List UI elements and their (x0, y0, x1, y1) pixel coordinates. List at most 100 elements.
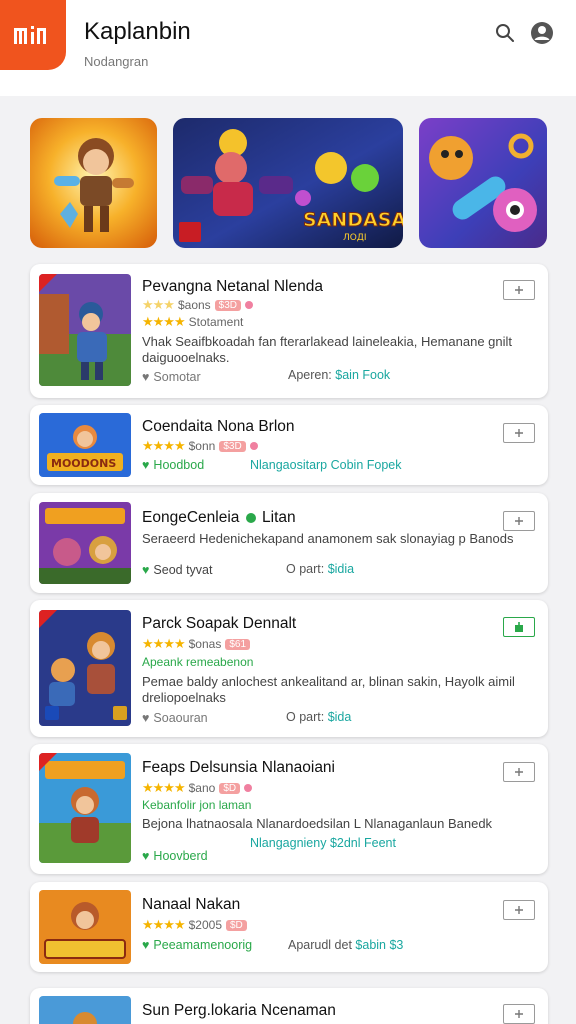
foot-left-label: Hoodbod (153, 458, 205, 472)
plus-icon (515, 429, 523, 437)
app-thumbnail (39, 996, 131, 1024)
app-thumbnail (39, 274, 131, 386)
app-price: $2005 (188, 918, 222, 932)
app-card-7[interactable]: Sun Perg.lokaria Ncenaman (30, 988, 548, 1024)
app-foot-left: ♥ Hoodbod (142, 458, 204, 472)
foot-right-label: O part: (286, 562, 325, 576)
app-card-1[interactable]: Pevangna Netanal Nlenda ★★★ $aons $3D ★★… (30, 264, 548, 398)
app-title: Feaps Delsunsia Nlanaoiani (142, 759, 336, 776)
foot-right-label: Aperen: (288, 368, 332, 382)
app-description: Pemae baldy anlochest ankealitand ar, bl… (142, 674, 515, 705)
foot-left-label: Somotar (153, 370, 201, 384)
app-rating-row-2: ★★★★ Stotament (142, 314, 243, 330)
heart-icon[interactable]: ♥ (142, 563, 149, 577)
add-button[interactable] (503, 900, 535, 920)
hero-character-image (30, 118, 157, 248)
star-rating: ★★★★ (142, 636, 186, 651)
foot-right-value: $2dnl Feent (329, 836, 396, 850)
app-foot-right: Aperen: $ain Fook (288, 368, 390, 382)
star-rating: ★★★★ (142, 780, 186, 795)
heart-icon[interactable]: ♥ (142, 938, 149, 952)
foot-right-value: $ida (327, 710, 352, 724)
badge-dot (244, 784, 253, 792)
app-sub-rating: Stotament (188, 315, 244, 329)
game-art-image (39, 274, 131, 386)
app-rating-row: ★★★★ $ano $D (142, 780, 253, 796)
app-foot-right: O part: $idia (286, 562, 354, 576)
foot-right-value: $abin $3 (355, 938, 404, 952)
app-card-6[interactable]: Nanaal Nakan ★★★★ $2005 $D ♥ Peeamamenoo… (30, 882, 548, 972)
foot-right-value: $ain Fook (335, 368, 391, 382)
heart-icon[interactable]: ♥ (142, 458, 149, 472)
game-art-image (39, 502, 131, 584)
app-description: Seraeerd Hedenichekapand anamonem sak sl… (142, 531, 514, 546)
add-button[interactable] (503, 1004, 535, 1024)
heart-icon[interactable]: ♥ (142, 711, 149, 725)
add-button[interactable] (503, 423, 535, 443)
app-description: Vhak Seaifbkoadah fan fterarlakead laine… (142, 334, 513, 365)
banner-featured-game[interactable]: SANDASAN ЛОДІ (173, 118, 403, 248)
star-rating: ★★★★ (142, 314, 186, 329)
app-title: EongeCenleia (142, 509, 240, 526)
featured-game-image: SANDASAN ЛОДІ (173, 118, 403, 248)
svg-text:MOODONS: MOODONS (51, 457, 116, 470)
banner-hero-character[interactable] (30, 118, 157, 248)
app-rating-row: ★★★★ $onn $3D (142, 438, 258, 454)
app-title: Coendaita Nona Brlon (142, 418, 295, 435)
game-art-image (39, 753, 131, 863)
app-thumbnail (39, 502, 131, 584)
app-card-4[interactable]: Parck Soapak Dennalt ★★★★ $onas $61 Apea… (30, 600, 548, 737)
featured-banners: SANDASAN ЛОДІ (0, 116, 576, 250)
foot-right-label: Nlangagnieny (250, 836, 327, 850)
app-card-3[interactable]: EongeCenleia Litan Seraeerd Hedenichekap… (30, 493, 548, 593)
app-card-2[interactable]: MOODONS Coendaita Nona Brlon ★★★★ $onn $… (30, 405, 548, 485)
app-green-line: Kebanfolir jon laman (142, 798, 252, 812)
app-foot-left: ♥ Soaouran (142, 711, 208, 725)
app-foot-right: Aparudl det $abin $3 (288, 938, 403, 952)
add-button[interactable] (503, 280, 535, 300)
app-subtitle: Nodangran (84, 54, 149, 69)
profile-button[interactable] (529, 20, 555, 46)
foot-right-label: Aparudl det (288, 938, 352, 952)
app-price: $aons (177, 298, 211, 312)
app-green-line: Apeank remeabenon (142, 655, 254, 669)
app-foot-right: O part: $ida (286, 710, 351, 724)
app-title: Kaplanbin (84, 18, 191, 45)
plus-icon (515, 1010, 523, 1018)
app-foot-right: Nlangagnieny $2dnl Feent (250, 836, 396, 850)
banner-cartoon-pets[interactable] (419, 118, 547, 248)
add-button[interactable] (503, 762, 535, 782)
app-rating-row: ★★★★ $2005 $D (142, 917, 247, 933)
app-thumbnail (39, 890, 131, 964)
app-price: $ano (188, 781, 216, 795)
app-title: Parck Soapak Dennalt (142, 615, 297, 632)
add-button[interactable] (503, 511, 535, 531)
game-art-image: MOODONS (39, 413, 131, 477)
star-rating: ★★★★ (142, 438, 186, 453)
app-title-suffix: Litan (262, 509, 296, 526)
logo-mark-icon (14, 26, 46, 44)
app-title: Nanaal Nakan (142, 896, 241, 913)
banner-sub: ЛОДІ (343, 233, 367, 243)
app-title-row: EongeCenleia Litan (142, 509, 296, 527)
app-foot-left: ♥ Somotar (142, 370, 201, 384)
app-foot-left: ♥ Hoovberd (142, 849, 208, 863)
banner-title: SANDASAN (303, 209, 403, 231)
price-badge: $D (219, 782, 241, 794)
app-card-5[interactable]: Feaps Delsunsia Nlanaoiani ★★★★ $ano $D … (30, 744, 548, 874)
search-button[interactable] (492, 20, 518, 46)
app-thumbnail: MOODONS (39, 413, 131, 477)
app-header: Kaplanbin Nodangran (0, 0, 576, 96)
foot-right-value: $idia (327, 562, 355, 576)
price-badge: $61 (225, 638, 251, 650)
star-rating: ★★★ (142, 297, 175, 312)
app-logo[interactable] (0, 0, 66, 70)
plus-icon (515, 517, 523, 525)
app-title: Pevangna Netanal Nlenda (142, 278, 323, 295)
heart-icon[interactable]: ♥ (142, 370, 149, 384)
foot-right-label: Nlangaositarp (250, 458, 328, 472)
installed-button[interactable] (503, 617, 535, 637)
price-badge: $3D (219, 440, 246, 452)
heart-icon[interactable]: ♥ (142, 849, 149, 863)
badge-dot (245, 301, 254, 309)
